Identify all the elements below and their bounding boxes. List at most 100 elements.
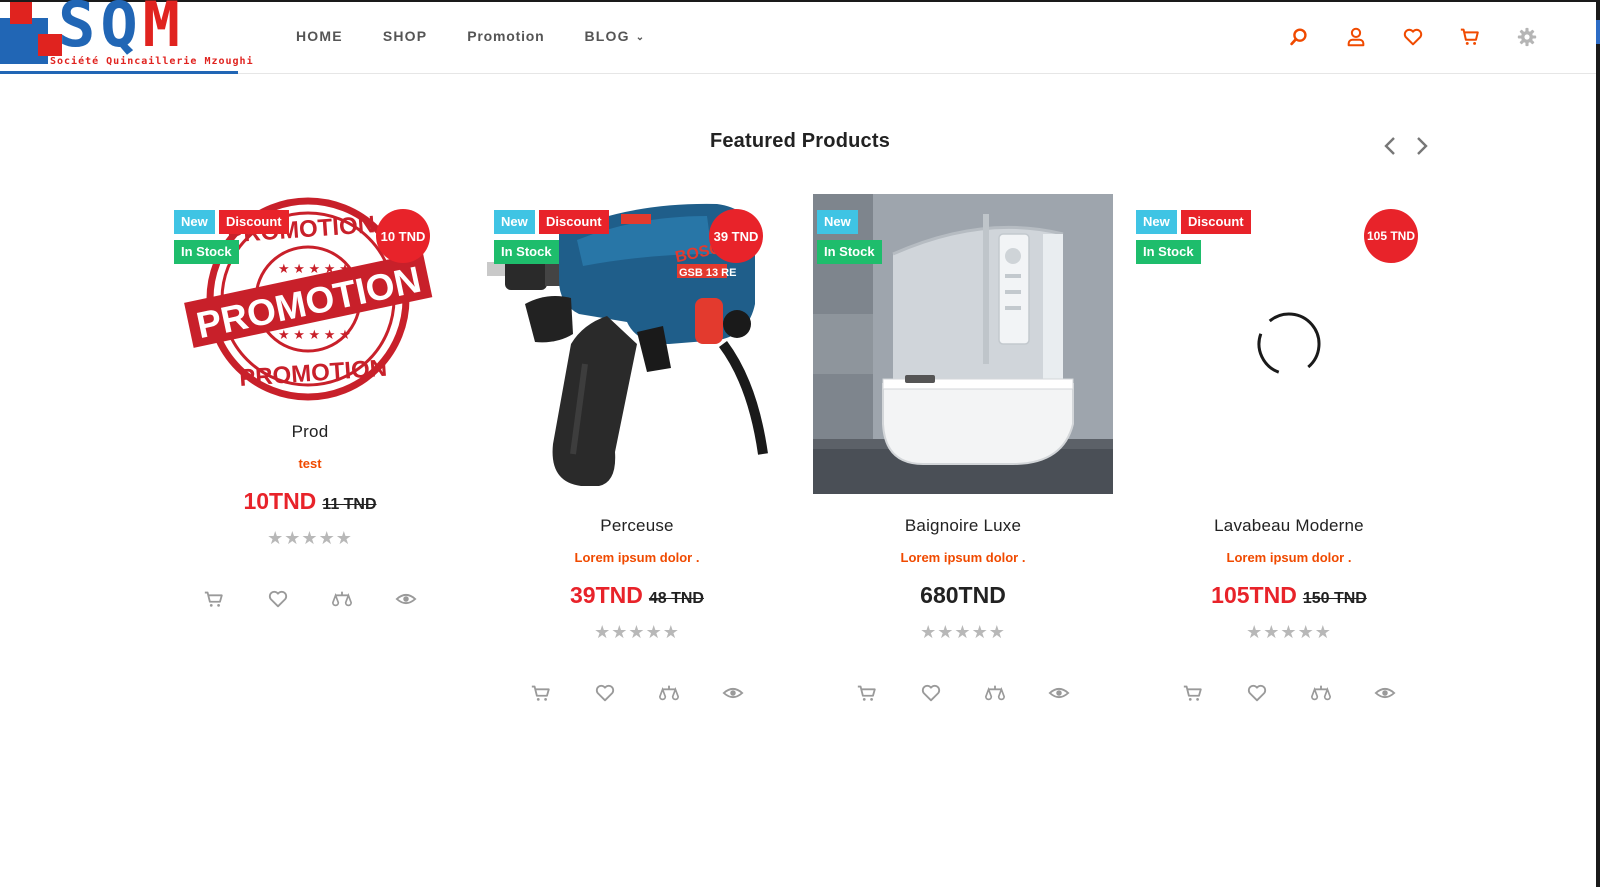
cart-button[interactable] <box>509 680 573 706</box>
product-price: 680TND <box>813 582 1113 609</box>
eye-icon <box>1048 682 1070 704</box>
compare-button[interactable] <box>963 680 1027 706</box>
product-name[interactable]: Prod <box>160 422 460 442</box>
cart-icon <box>1182 682 1204 704</box>
badge-in-stock: In Stock <box>817 240 882 264</box>
heart-button[interactable] <box>573 680 637 706</box>
eye-icon <box>1374 682 1396 704</box>
eye-icon <box>395 588 417 610</box>
chevron-right-icon[interactable] <box>1413 133 1431 159</box>
badge-in-stock: In Stock <box>174 240 239 264</box>
product-actions <box>487 680 787 706</box>
current-price: 105TND <box>1211 582 1297 608</box>
carousel-arrows <box>1381 133 1431 159</box>
product-description: Lorem ipsum dolor . <box>900 550 1026 565</box>
badge-discount: Discount <box>1181 210 1251 234</box>
badge-new: New <box>174 210 215 234</box>
rating-stars: ★★★★★ <box>1246 622 1332 642</box>
heart-icon[interactable] <box>1400 24 1426 50</box>
product-card[interactable]: New Discount In Stock 105 TND Lavabeau M… <box>1136 194 1439 714</box>
logo-red-block <box>10 2 32 24</box>
heart-icon <box>267 588 289 610</box>
current-price: 10TND <box>243 488 317 514</box>
compare-icon <box>984 682 1006 704</box>
product-card[interactable]: New In Stock Baignoire Luxe Lorem ipsum … <box>813 194 1113 714</box>
cart-button[interactable] <box>1161 680 1225 706</box>
header-icons <box>1286 24 1571 50</box>
cart-icon[interactable] <box>1457 24 1483 50</box>
logo-subtitle: Société Quincaillerie Mzoughi <box>50 56 254 67</box>
product-name[interactable]: Baignoire Luxe <box>813 516 1113 536</box>
product-image[interactable] <box>813 194 1113 494</box>
cart-button[interactable] <box>182 586 246 612</box>
stamp-stars-bottom: ★ ★ ★ ★ ★ <box>278 327 351 342</box>
main-nav: HOME SHOP Promotion BLOG ⌄ <box>296 28 685 44</box>
product-name[interactable]: Perceuse <box>487 516 787 536</box>
rating-stars: ★★★★★ <box>267 528 353 548</box>
eye-icon <box>722 682 744 704</box>
heart-icon <box>594 682 616 704</box>
product-description: Lorem ipsum dolor . <box>574 550 700 565</box>
heart-button[interactable] <box>899 680 963 706</box>
cart-button[interactable] <box>835 680 899 706</box>
compare-icon <box>658 682 680 704</box>
logo-wordmark: SQM <box>58 0 185 56</box>
heart-button[interactable] <box>1225 680 1289 706</box>
product-price: 10TND 11 TND <box>160 488 460 515</box>
nav-shop[interactable]: SHOP <box>383 28 427 44</box>
compare-icon <box>331 588 353 610</box>
compare-icon <box>1310 682 1332 704</box>
heart-button[interactable] <box>246 586 310 612</box>
cart-icon <box>203 588 225 610</box>
old-price: 48 TND <box>648 590 704 607</box>
logo-underline <box>0 71 238 74</box>
product-card[interactable]: GSB 13 RE BOSCH New Discount In Stock 39… <box>487 194 787 714</box>
logo-letters: SQ <box>58 0 143 61</box>
product-description: test <box>298 456 322 471</box>
product-description: Lorem ipsum dolor . <box>1226 550 1352 565</box>
chevron-down-icon: ⌄ <box>635 32 646 43</box>
nav-blog[interactable]: BLOG ⌄ <box>585 28 646 44</box>
compare-button[interactable] <box>1289 680 1353 706</box>
eye-button[interactable] <box>701 680 765 706</box>
old-price: 11 TND <box>322 496 377 513</box>
nav-home[interactable]: HOME <box>296 28 343 44</box>
bathtub-shower-image <box>813 194 1113 494</box>
badge-new: New <box>494 210 535 234</box>
product-actions <box>160 586 460 612</box>
product-actions <box>1139 680 1439 706</box>
price-badge: 10 TND <box>376 209 430 263</box>
badge-in-stock: In Stock <box>494 240 559 264</box>
compare-button[interactable] <box>310 586 374 612</box>
eye-button[interactable] <box>1027 680 1091 706</box>
chevron-left-icon[interactable] <box>1381 133 1399 159</box>
cart-icon <box>856 682 878 704</box>
eye-button[interactable] <box>374 586 438 612</box>
badge-new: New <box>1136 210 1177 234</box>
logo-letter-m: M <box>142 0 185 61</box>
product-actions <box>813 680 1113 706</box>
nav-promotion[interactable]: Promotion <box>467 28 544 44</box>
stamp-text-bottom: PROMOTION <box>238 355 388 392</box>
product-card[interactable]: PROMOTION PROMOTION ★ ★ ★ ★ ★ ★ ★ ★ ★ ★ … <box>160 194 460 634</box>
site-header: SQM Société Quincaillerie Mzoughi HOME S… <box>0 0 1596 75</box>
badge-new: New <box>817 210 858 234</box>
badge-discount: Discount <box>219 210 289 234</box>
current-price: 680TND <box>920 582 1006 608</box>
badge-in-stock: In Stock <box>1136 240 1201 264</box>
section-title: Featured Products <box>709 130 891 152</box>
rating-stars: ★★★★★ <box>920 622 1006 642</box>
heart-icon <box>1246 682 1268 704</box>
site-logo[interactable]: SQM Société Quincaillerie Mzoughi <box>0 0 254 75</box>
product-name[interactable]: Lavabeau Moderne <box>1139 516 1439 536</box>
gear-icon[interactable] <box>1514 24 1540 50</box>
compare-button[interactable] <box>637 680 701 706</box>
eye-button[interactable] <box>1353 680 1417 706</box>
nav-blog-label: BLOG <box>584 28 630 44</box>
current-price: 39TND <box>570 582 643 608</box>
search-icon[interactable] <box>1286 24 1312 50</box>
cart-icon <box>530 682 552 704</box>
price-badge: 105 TND <box>1364 209 1418 263</box>
product-price: 105TND 150 TND <box>1139 582 1439 609</box>
user-icon[interactable] <box>1343 24 1369 50</box>
